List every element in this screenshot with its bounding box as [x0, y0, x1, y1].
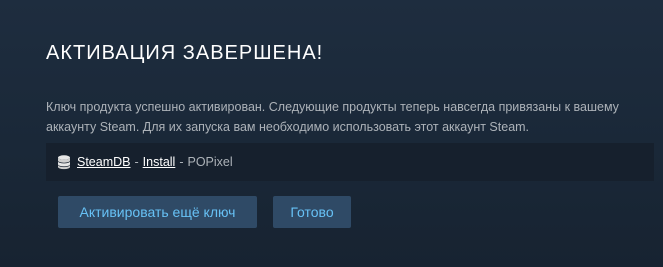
activation-message: Ключ продукта успешно активирован. Следу… — [46, 97, 646, 137]
steamdb-link[interactable]: SteamDB — [77, 155, 131, 169]
done-button[interactable]: Готово — [273, 196, 351, 228]
database-icon — [56, 154, 72, 170]
separator: - — [179, 155, 184, 169]
activation-dialog: АКТИВАЦИЯ ЗАВЕРШЕНА! Ключ продукта успеш… — [0, 0, 663, 267]
product-name: POPixel — [187, 155, 233, 169]
install-link[interactable]: Install — [143, 155, 176, 169]
dialog-title: АКТИВАЦИЯ ЗАВЕРШЕНА! — [46, 42, 324, 64]
message-line-2: аккаунту Steam. Для их запуска вам необх… — [46, 120, 530, 134]
activate-another-key-button[interactable]: Активировать ещё ключ — [58, 196, 257, 228]
message-line-1: Ключ продукта успешно активирован. Следу… — [46, 100, 619, 114]
separator: - — [134, 155, 139, 169]
activated-product-row: SteamDB - Install - POPixel — [46, 143, 654, 181]
